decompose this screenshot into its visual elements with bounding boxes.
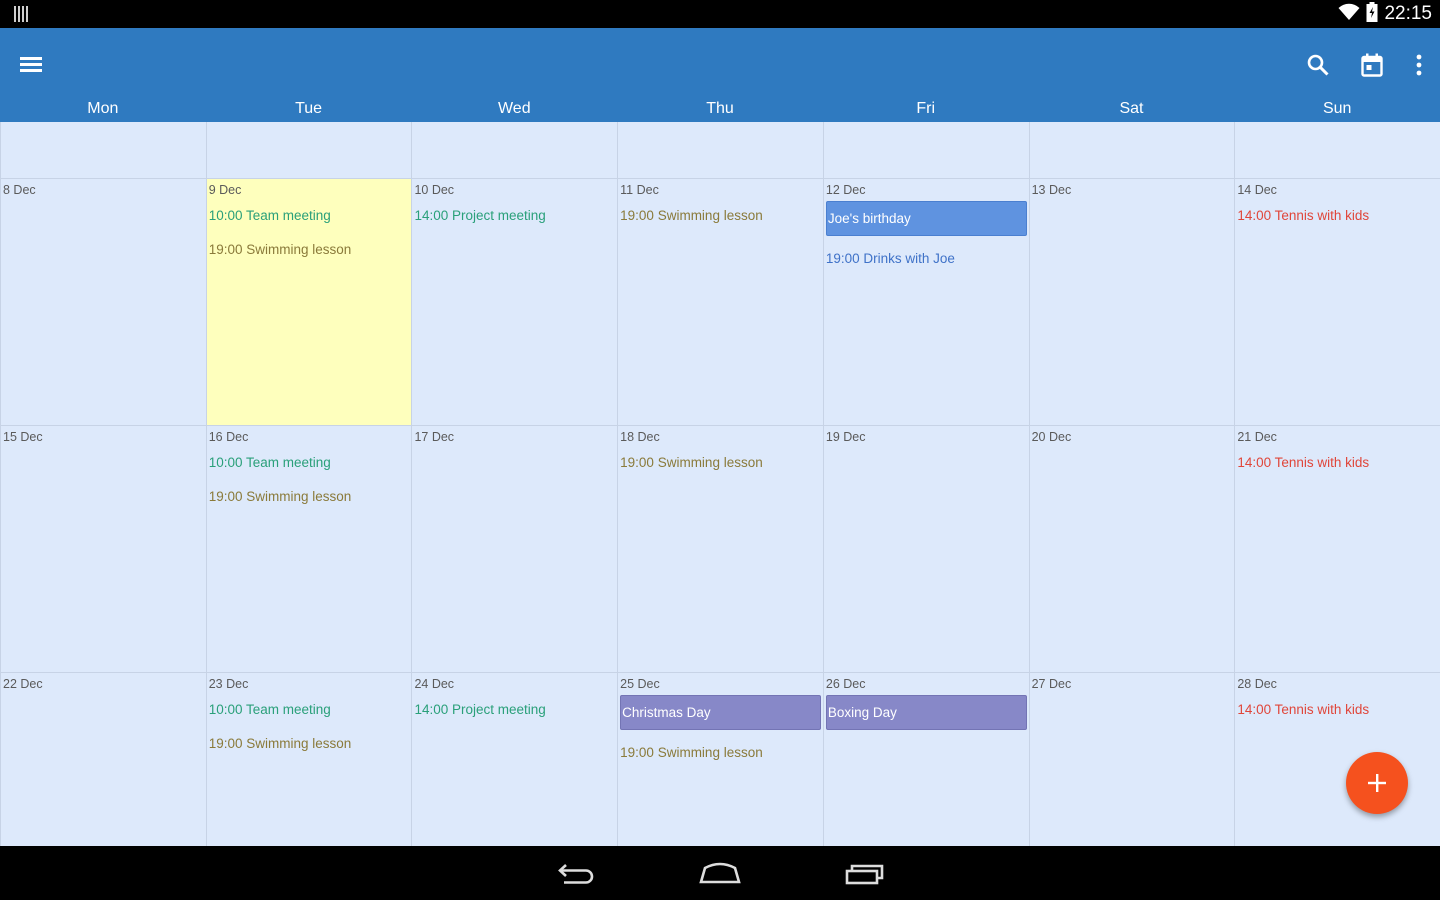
status-bar: 22:15 xyxy=(0,0,1440,28)
day-cell[interactable] xyxy=(207,122,413,178)
day-cell[interactable]: 12 Dec Joe's birthday 19:00 Drinks with Jo… xyxy=(824,179,1030,425)
weekday-label: Sun xyxy=(1322,100,1352,117)
day-cell[interactable]: 21 Dec 14:00 Tennis with kids xyxy=(1235,426,1440,672)
day-cell[interactable]: 13 Dec xyxy=(1030,179,1236,425)
day-cell[interactable]: 10 Dec 14:00 Project meeting xyxy=(412,179,619,425)
week-row: 8 Dec 9 Dec 10:00 Team meeting 19:00 Swimmi… xyxy=(0,178,1440,425)
week-row xyxy=(0,122,1440,178)
status-time: 22:15 xyxy=(1384,3,1432,24)
day-date-label: 15 Dec xyxy=(3,430,43,444)
week-row: 22 Dec 23 Dec 10:00 Team meeting 19:00 Swim… xyxy=(0,672,1440,846)
add-event-button[interactable] xyxy=(1346,752,1408,814)
day-date-label: 17 Dec xyxy=(414,430,455,444)
notification-icon xyxy=(14,6,28,22)
day-cell[interactable] xyxy=(824,122,1030,178)
day-cell[interactable]: 25 Dec Christmas Day 19:00 Swimming lesson xyxy=(618,673,824,846)
day-cell[interactable]: 16 Dec 10:00 Team meeting 19:00 Swimming l… xyxy=(207,426,413,672)
day-date-label: 11 Dec xyxy=(620,183,659,197)
day-date-label: 27 Dec xyxy=(1031,677,1072,691)
recents-icon[interactable] xyxy=(843,858,887,888)
event-item[interactable]: 19:00 Swimming lesson xyxy=(209,489,352,504)
event-item[interactable]: 10:00 Team meeting xyxy=(209,702,331,717)
day-date-label: 26 Dec xyxy=(825,677,866,691)
day-date-label: 19 Dec xyxy=(825,430,866,444)
weekday-label: Fri xyxy=(916,100,936,117)
calendar-today-icon[interactable] xyxy=(1355,48,1389,82)
add-icon xyxy=(1368,774,1386,792)
weekday-label: Thu xyxy=(706,100,734,117)
weekday-label: Tue xyxy=(295,100,323,117)
more-vert-icon[interactable] xyxy=(1402,48,1436,82)
event-item[interactable]: 10:00 Team meeting xyxy=(209,455,331,470)
event-item[interactable]: 14:00 Tennis with kids xyxy=(1237,455,1369,470)
nav-bar xyxy=(0,846,1440,900)
event-item[interactable]: 14:00 Project meeting xyxy=(414,208,545,223)
weekday-label: Sat xyxy=(1119,100,1144,117)
day-cell[interactable] xyxy=(1030,122,1236,178)
day-cell[interactable]: 27 Dec xyxy=(1030,673,1236,846)
all-day-event-holiday[interactable]: Boxing Day xyxy=(825,695,1027,730)
all-day-event-birthday[interactable]: Joe's birthday xyxy=(825,201,1027,236)
all-day-event-holiday[interactable]: Christmas Day xyxy=(620,695,821,730)
day-cell[interactable]: 15 Dec xyxy=(0,426,207,672)
weekday-label: Wed xyxy=(497,100,531,117)
event-item[interactable]: 14:00 Tennis with kids xyxy=(1237,208,1369,223)
event-item[interactable]: 19:00 Swimming lesson xyxy=(620,455,763,470)
day-date-label: 23 Dec xyxy=(208,677,249,691)
day-date-label: 28 Dec xyxy=(1237,677,1277,691)
day-date-label: 12 Dec xyxy=(825,183,866,197)
day-cell[interactable]: 22 Dec xyxy=(0,673,207,846)
day-date-label: 10 Dec xyxy=(414,183,455,197)
day-date-label: 25 Dec xyxy=(620,677,660,691)
day-cell[interactable]: 23 Dec 10:00 Team meeting 19:00 Swimming l… xyxy=(207,673,413,846)
day-date-label: 9 Dec xyxy=(208,183,242,197)
wifi-icon xyxy=(1338,3,1360,25)
day-cell[interactable]: 11 Dec 19:00 Swimming lesson xyxy=(618,179,824,425)
day-cell[interactable]: 20 Dec xyxy=(1030,426,1236,672)
event-item[interactable]: 19:00 Swimming lesson xyxy=(209,242,352,257)
day-date-label: 18 Dec xyxy=(620,430,660,444)
day-date-label: 20 Dec xyxy=(1031,430,1072,444)
day-date-label: 24 Dec xyxy=(414,677,455,691)
event-item[interactable]: 19:00 Swimming lesson xyxy=(209,736,352,751)
day-cell[interactable]: 14 Dec 14:00 Tennis with kids xyxy=(1235,179,1440,425)
day-cell[interactable]: 26 Dec Boxing Day xyxy=(824,673,1030,846)
day-date-label: 16 Dec xyxy=(208,430,249,444)
day-date-label: 8 Dec xyxy=(3,183,36,197)
home-icon[interactable] xyxy=(698,858,742,888)
day-cell[interactable]: 28 Dec 14:00 Tennis with kids xyxy=(1235,673,1440,846)
month-grid: 8 Dec 9 Dec 10:00 Team meeting 19:00 Swimmi… xyxy=(0,122,1440,846)
day-cell[interactable] xyxy=(0,122,207,178)
day-cell[interactable]: 19 Dec xyxy=(824,426,1030,672)
day-cell[interactable]: 17 Dec xyxy=(412,426,619,672)
event-item[interactable]: 19:00 Drinks with Joe xyxy=(826,251,955,266)
day-cell[interactable]: 8 Dec xyxy=(0,179,207,425)
event-item[interactable]: 19:00 Swimming lesson xyxy=(620,208,763,223)
menu-icon[interactable] xyxy=(18,54,46,76)
day-date-label: 22 Dec xyxy=(3,677,43,691)
day-cell-today[interactable]: 9 Dec 10:00 Team meeting 19:00 Swimming le… xyxy=(206,179,413,425)
weekday-header: Mon Tue Wed Thu Fri Sat Sun xyxy=(0,100,1440,122)
event-item[interactable]: 14:00 Project meeting xyxy=(414,702,545,717)
week-row: 15 Dec 16 Dec 10:00 Team meeting 19:00 Swim… xyxy=(0,425,1440,672)
day-cell[interactable] xyxy=(412,122,619,178)
back-icon[interactable] xyxy=(554,858,598,888)
event-item[interactable]: 19:00 Swimming lesson xyxy=(620,745,763,760)
battery-icon xyxy=(1366,2,1378,26)
day-cell[interactable] xyxy=(618,122,824,178)
day-cell[interactable] xyxy=(1235,122,1440,178)
day-date-label: 13 Dec xyxy=(1031,183,1072,197)
app-bar: Mon Tue Wed Thu Fri Sat Sun xyxy=(0,28,1440,122)
event-item[interactable]: 10:00 Team meeting xyxy=(209,208,331,223)
search-icon[interactable] xyxy=(1301,48,1335,82)
day-date-label: 21 Dec xyxy=(1237,430,1277,444)
event-item[interactable]: 14:00 Tennis with kids xyxy=(1237,702,1369,717)
day-date-label: 14 Dec xyxy=(1237,183,1277,197)
day-cell[interactable]: 24 Dec 14:00 Project meeting xyxy=(412,673,619,846)
weekday-label: Mon xyxy=(87,100,119,117)
day-cell[interactable]: 18 Dec 19:00 Swimming lesson xyxy=(618,426,824,672)
